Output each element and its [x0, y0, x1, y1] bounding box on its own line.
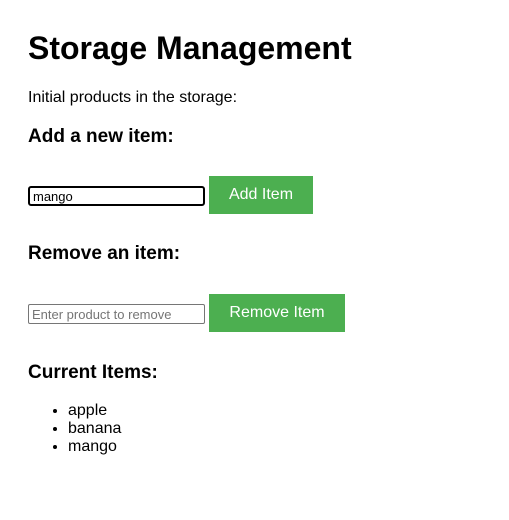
add-item-button[interactable]: Add Item: [209, 176, 313, 214]
storage-page: Storage Management Initial products in t…: [0, 0, 509, 520]
remove-item-button[interactable]: Remove Item: [209, 294, 345, 332]
current-items-heading: Current Items:: [28, 362, 158, 383]
list-item: banana: [68, 420, 121, 438]
remove-item-heading: Remove an item:: [28, 243, 181, 264]
list-item: apple: [68, 402, 121, 420]
list-item: mango: [68, 438, 121, 456]
current-items-list: apple banana mango: [28, 402, 121, 456]
remove-item-input[interactable]: [28, 304, 205, 324]
intro-text: Initial products in the storage:: [28, 89, 238, 106]
page-title: Storage Management: [28, 30, 352, 66]
add-item-heading: Add a new item:: [28, 126, 174, 147]
add-item-input[interactable]: [28, 186, 205, 206]
